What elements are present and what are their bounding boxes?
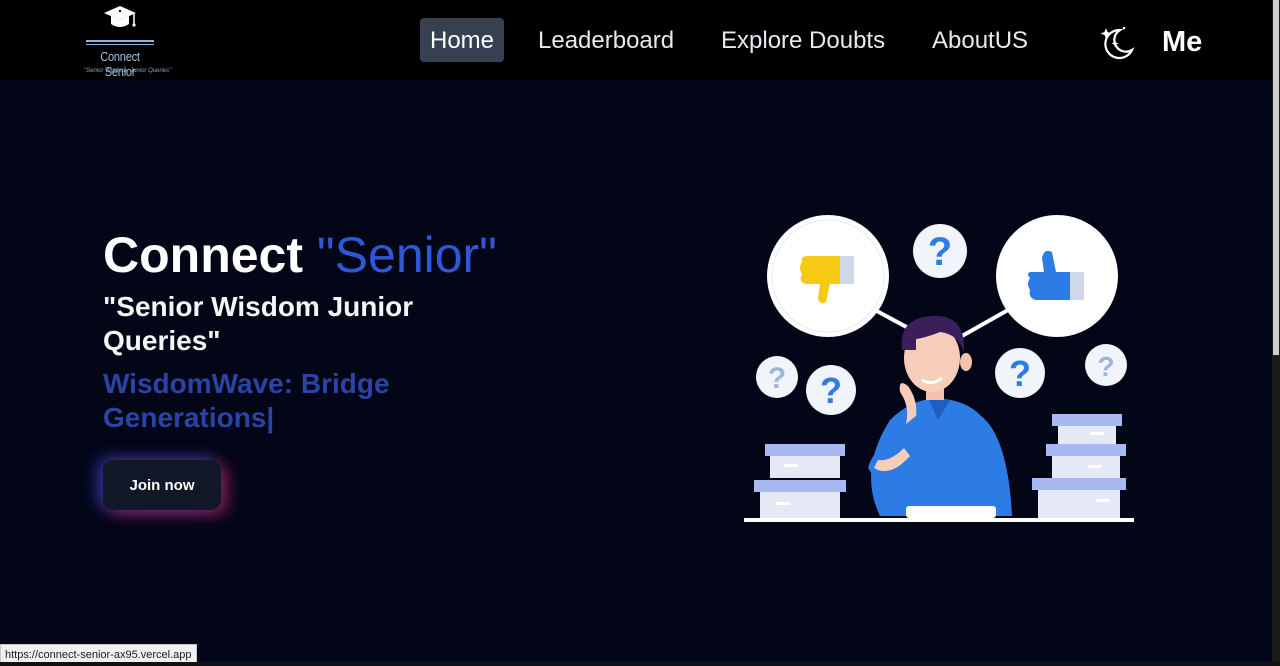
profile-me-link[interactable]: Me <box>1162 22 1202 62</box>
scrollbar-thumb[interactable] <box>1273 0 1279 355</box>
thumbs-up-icon <box>996 215 1118 337</box>
brand-logo[interactable]: Connect Senior "Senior Wisdom, Junior Qu… <box>84 0 172 80</box>
hero-title-accent: "Senior" <box>316 227 497 283</box>
svg-text:?: ? <box>928 230 952 274</box>
nav-about-us[interactable]: AboutUS <box>932 18 1028 62</box>
box-stack-left <box>754 444 846 518</box>
scrollbar[interactable] <box>1272 0 1280 666</box>
logo-text: Connect Senior <box>100 49 140 79</box>
logo-divider <box>86 40 154 42</box>
question-bubble-icon: ? <box>806 365 856 415</box>
nav-home[interactable]: Home <box>420 18 505 62</box>
nav-explore-doubts[interactable]: Explore Doubts <box>721 18 885 62</box>
question-bubble-icon: ? <box>995 348 1045 398</box>
logo-divider <box>86 44 154 45</box>
thumbs-down-icon <box>767 215 889 337</box>
question-bubble-icon: ? <box>756 356 798 398</box>
navbar: Connect Senior "Senior Wisdom, Junior Qu… <box>0 0 1272 80</box>
moon-stars-icon[interactable] <box>1096 22 1138 62</box>
svg-text:?: ? <box>820 370 842 411</box>
thinking-person-illustration <box>868 315 1012 518</box>
hero-subtitle: "Senior Wisdom Junior Queries" <box>103 291 414 356</box>
window-bottom-edge <box>0 662 1280 666</box>
box-stack-right <box>1032 414 1126 518</box>
hero-illustration: ? ? ? ? ? <box>744 215 1134 522</box>
nav-leaderboard[interactable]: Leaderboard <box>538 18 674 62</box>
svg-text:?: ? <box>768 362 786 395</box>
svg-text:?: ? <box>1009 353 1031 394</box>
join-now-button[interactable]: Join now <box>103 460 221 510</box>
svg-text:?: ? <box>1097 351 1114 382</box>
graduation-cap-icon <box>104 6 136 27</box>
question-bubble-icon: ? <box>913 224 967 278</box>
question-bubble-icon: ? <box>1085 344 1127 386</box>
hero-title-prefix: Connect <box>103 227 317 283</box>
logo-tagline: "Senior Wisdom, Junior Queries" <box>84 68 172 74</box>
hero-typed-text: WisdomWave: Bridge Generations| <box>103 368 390 433</box>
hero-title: Connect "Senior" <box>103 226 497 284</box>
